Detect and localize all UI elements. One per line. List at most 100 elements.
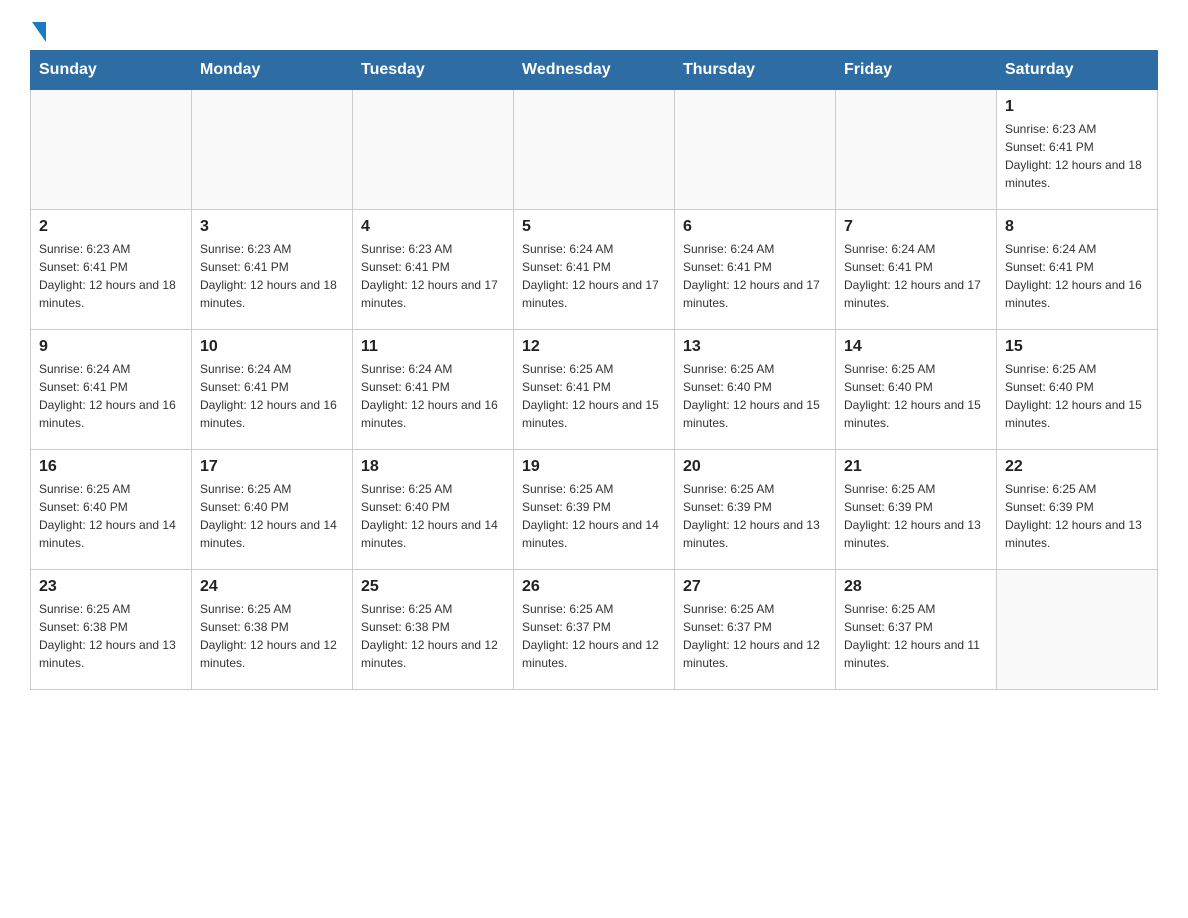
day-info: Sunrise: 6:25 AM Sunset: 6:37 PM Dayligh… xyxy=(683,600,827,672)
calendar-day-cell: 17 Sunrise: 6:25 AM Sunset: 6:40 PM Dayli… xyxy=(192,450,353,570)
calendar-day-cell xyxy=(836,90,997,210)
calendar-day-cell: 13 Sunrise: 6:25 AM Sunset: 6:40 PM Dayli… xyxy=(675,330,836,450)
day-number: 5 xyxy=(522,218,666,236)
day-number: 21 xyxy=(844,458,988,476)
calendar-day-cell xyxy=(997,570,1158,690)
day-number: 15 xyxy=(1005,338,1149,356)
calendar-day-cell: 19Sunrise: 6:25 AM Sunset: 6:39 PM Dayli… xyxy=(514,450,675,570)
calendar-day-cell: 1 Sunrise: 6:23 AM Sunset: 6:41 PM Daylig… xyxy=(997,90,1158,210)
day-info: Sunrise: 6:24 AM Sunset: 6:41 PM Dayligh… xyxy=(1005,240,1149,312)
calendar-day-cell: 16Sunrise: 6:25 AM Sunset: 6:40 PM Dayli… xyxy=(31,450,192,570)
calendar-day-cell: 6 Sunrise: 6:24 AM Sunset: 6:41 PM Daylig… xyxy=(675,210,836,330)
day-info: Sunrise: 6:24 AM Sunset: 6:41 PM Dayligh… xyxy=(844,240,988,312)
calendar-day-cell xyxy=(514,90,675,210)
calendar-day-cell: 7 Sunrise: 6:24 AM Sunset: 6:41 PM Daylig… xyxy=(836,210,997,330)
day-info: Sunrise: 6:25 AM Sunset: 6:39 PM Dayligh… xyxy=(683,480,827,552)
logo xyxy=(30,20,48,40)
day-info: Sunrise: 6:25 AM Sunset: 6:38 PM Dayligh… xyxy=(361,600,505,672)
calendar-day-cell xyxy=(675,90,836,210)
day-number: 2 xyxy=(39,218,183,236)
calendar-day-cell: 3Sunrise: 6:23 AM Sunset: 6:41 PM Daylig… xyxy=(192,210,353,330)
day-number: 28 xyxy=(844,578,988,596)
day-number: 20 xyxy=(683,458,827,476)
calendar-day-cell: 21 Sunrise: 6:25 AM Sunset: 6:39 PM Dayli… xyxy=(836,450,997,570)
day-info: Sunrise: 6:23 AM Sunset: 6:41 PM Dayligh… xyxy=(39,240,183,312)
weekday-header-sunday: Sunday xyxy=(31,51,192,90)
day-info: Sunrise: 6:25 AM Sunset: 6:39 PM Dayligh… xyxy=(1005,480,1149,552)
day-number: 22 xyxy=(1005,458,1149,476)
calendar-header-row: SundayMondayTuesdayWednesdayThursdayFrid… xyxy=(31,51,1158,90)
weekday-header-monday: Monday xyxy=(192,51,353,90)
day-info: Sunrise: 6:25 AM Sunset: 6:39 PM Dayligh… xyxy=(844,480,988,552)
weekday-header-wednesday: Wednesday xyxy=(514,51,675,90)
calendar-day-cell: 20 Sunrise: 6:25 AM Sunset: 6:39 PM Dayli… xyxy=(675,450,836,570)
calendar-day-cell: 4 Sunrise: 6:23 AM Sunset: 6:41 PM Daylig… xyxy=(353,210,514,330)
day-number: 18 xyxy=(361,458,505,476)
calendar-day-cell: 15 Sunrise: 6:25 AM Sunset: 6:40 PM Dayli… xyxy=(997,330,1158,450)
calendar-day-cell: 25 Sunrise: 6:25 AM Sunset: 6:38 PM Dayli… xyxy=(353,570,514,690)
day-info: Sunrise: 6:25 AM Sunset: 6:40 PM Dayligh… xyxy=(200,480,344,552)
weekday-header-friday: Friday xyxy=(836,51,997,90)
calendar-day-cell: 22 Sunrise: 6:25 AM Sunset: 6:39 PM Dayli… xyxy=(997,450,1158,570)
day-number: 19 xyxy=(522,458,666,476)
calendar-day-cell xyxy=(353,90,514,210)
day-number: 14 xyxy=(844,338,988,356)
calendar-day-cell: 28 Sunrise: 6:25 AM Sunset: 6:37 PM Dayli… xyxy=(836,570,997,690)
day-info: Sunrise: 6:23 AM Sunset: 6:41 PM Dayligh… xyxy=(1005,120,1149,192)
day-number: 23 xyxy=(39,578,183,596)
day-info: Sunrise: 6:25 AM Sunset: 6:40 PM Dayligh… xyxy=(1005,360,1149,432)
day-info: Sunrise: 6:25 AM Sunset: 6:38 PM Dayligh… xyxy=(39,600,183,672)
calendar-day-cell xyxy=(192,90,353,210)
day-info: Sunrise: 6:24 AM Sunset: 6:41 PM Dayligh… xyxy=(361,360,505,432)
day-number: 9 xyxy=(39,338,183,356)
day-number: 4 xyxy=(361,218,505,236)
calendar-week-row: 9 Sunrise: 6:24 AM Sunset: 6:41 PM Daylig… xyxy=(31,330,1158,450)
day-number: 27 xyxy=(683,578,827,596)
calendar-day-cell: 26 Sunrise: 6:25 AM Sunset: 6:37 PM Dayli… xyxy=(514,570,675,690)
calendar-week-row: 2 Sunrise: 6:23 AM Sunset: 6:41 PM Daylig… xyxy=(31,210,1158,330)
day-info: Sunrise: 6:24 AM Sunset: 6:41 PM Dayligh… xyxy=(39,360,183,432)
calendar-day-cell xyxy=(31,90,192,210)
day-number: 7 xyxy=(844,218,988,236)
calendar-table: SundayMondayTuesdayWednesdayThursdayFrid… xyxy=(30,50,1158,690)
day-info: Sunrise: 6:25 AM Sunset: 6:38 PM Dayligh… xyxy=(200,600,344,672)
day-number: 6 xyxy=(683,218,827,236)
weekday-header-thursday: Thursday xyxy=(675,51,836,90)
calendar-day-cell: 23 Sunrise: 6:25 AM Sunset: 6:38 PM Dayli… xyxy=(31,570,192,690)
day-info: Sunrise: 6:25 AM Sunset: 6:37 PM Dayligh… xyxy=(844,600,988,672)
day-number: 25 xyxy=(361,578,505,596)
day-number: 8 xyxy=(1005,218,1149,236)
day-number: 13 xyxy=(683,338,827,356)
day-info: Sunrise: 6:25 AM Sunset: 6:40 PM Dayligh… xyxy=(683,360,827,432)
day-number: 17 xyxy=(200,458,344,476)
day-info: Sunrise: 6:23 AM Sunset: 6:41 PM Dayligh… xyxy=(361,240,505,312)
logo-triangle-icon xyxy=(32,22,46,42)
calendar-week-row: 16 Sunrise: 6:25 AM Sunset: 6:40 PM Dayli… xyxy=(31,450,1158,570)
day-info: Sunrise: 6:25 AM Sunset: 6:37 PM Dayligh… xyxy=(522,600,666,672)
day-info: Sunrise: 6:25 AM Sunset: 6:40 PM Dayligh… xyxy=(361,480,505,552)
calendar-day-cell: 12Sunrise: 6:25 AM Sunset: 6:41 PM Dayli… xyxy=(514,330,675,450)
day-number: 24 xyxy=(200,578,344,596)
calendar-day-cell: 24 Sunrise: 6:25 AM Sunset: 6:38 PM Dayli… xyxy=(192,570,353,690)
day-number: 16 xyxy=(39,458,183,476)
day-number: 11 xyxy=(361,338,505,356)
day-info: Sunrise: 6:24 AM Sunset: 6:41 PM Dayligh… xyxy=(200,360,344,432)
calendar-day-cell: 5 Sunrise: 6:24 AM Sunset: 6:41 PM Daylig… xyxy=(514,210,675,330)
day-number: 3 xyxy=(200,218,344,236)
day-info: Sunrise: 6:24 AM Sunset: 6:41 PM Dayligh… xyxy=(683,240,827,312)
day-number: 10 xyxy=(200,338,344,356)
day-number: 26 xyxy=(522,578,666,596)
weekday-header-saturday: Saturday xyxy=(997,51,1158,90)
calendar-day-cell: 9 Sunrise: 6:24 AM Sunset: 6:41 PM Daylig… xyxy=(31,330,192,450)
page-header xyxy=(30,20,1158,40)
calendar-week-row: 1 Sunrise: 6:23 AM Sunset: 6:41 PM Daylig… xyxy=(31,90,1158,210)
day-number: 1 xyxy=(1005,98,1149,116)
day-info: Sunrise: 6:25 AM Sunset: 6:41 PM Dayligh… xyxy=(522,360,666,432)
weekday-header-tuesday: Tuesday xyxy=(353,51,514,90)
day-info: Sunrise: 6:25 AM Sunset: 6:40 PM Dayligh… xyxy=(844,360,988,432)
calendar-day-cell: 10 Sunrise: 6:24 AM Sunset: 6:41 PM Dayli… xyxy=(192,330,353,450)
day-info: Sunrise: 6:24 AM Sunset: 6:41 PM Dayligh… xyxy=(522,240,666,312)
calendar-day-cell: 18 Sunrise: 6:25 AM Sunset: 6:40 PM Dayli… xyxy=(353,450,514,570)
calendar-day-cell: 2 Sunrise: 6:23 AM Sunset: 6:41 PM Daylig… xyxy=(31,210,192,330)
calendar-week-row: 23 Sunrise: 6:25 AM Sunset: 6:38 PM Dayli… xyxy=(31,570,1158,690)
